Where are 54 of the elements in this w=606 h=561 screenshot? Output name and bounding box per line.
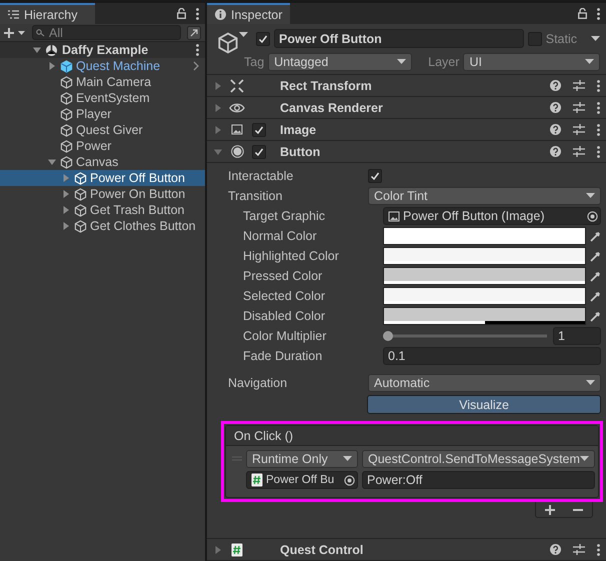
hierarchy-tab[interactable]: Hierarchy xyxy=(0,3,95,24)
property-label: Interactable xyxy=(228,169,294,183)
search-field[interactable]: All xyxy=(32,25,181,40)
hierarchy-item[interactable]: Power xyxy=(0,138,205,154)
argument-field[interactable]: Power:Off xyxy=(362,471,595,489)
static-label: Static xyxy=(546,32,577,46)
hierarchy-item[interactable]: Power Off Button xyxy=(0,170,205,186)
object-field[interactable]: Power Off Button (Image) xyxy=(383,207,601,225)
property-label: Disabled Color xyxy=(243,309,326,323)
layer-label: Layer xyxy=(428,55,460,69)
property-label: Highlighted Color xyxy=(243,249,340,263)
number-field[interactable]: 1 xyxy=(553,327,601,345)
property-label: Selected Color xyxy=(243,289,326,303)
component-title: Button xyxy=(280,144,322,158)
component-title: Canvas Renderer xyxy=(280,100,384,114)
property-label: Pressed Color xyxy=(243,269,324,283)
tag-label: Tag xyxy=(244,55,264,69)
function-dropdown[interactable]: QuestControl.SendToMessageSystem xyxy=(362,450,595,468)
hierarchy-item[interactable]: EventSystem xyxy=(0,90,205,106)
dropdown[interactable]: Color Tint xyxy=(368,187,601,205)
object-name-field[interactable]: Power Off Button xyxy=(274,29,524,48)
hierarchy-item[interactable]: Power On Button xyxy=(0,186,205,202)
component-header[interactable]: Rect Transform xyxy=(207,75,606,97)
scene-name: Daffy Example xyxy=(62,43,150,57)
component-header[interactable]: Quest Control xyxy=(207,539,606,561)
component-header[interactable]: Canvas Renderer xyxy=(207,97,606,119)
hierarchy-item[interactable]: Get Clothes Button xyxy=(0,218,205,234)
tag-dropdown[interactable]: Untagged xyxy=(268,53,412,71)
number-field[interactable]: 0.1 xyxy=(383,347,601,365)
event-title: On Click () xyxy=(226,426,598,446)
property-label: Navigation xyxy=(228,376,288,390)
layer-dropdown[interactable]: UI xyxy=(463,53,600,71)
object-field[interactable]: Power Off Bu xyxy=(246,471,358,489)
property-label: Target Graphic xyxy=(243,209,326,223)
property-label: Color Multiplier xyxy=(243,329,328,343)
inspector-tab[interactable]: Inspector xyxy=(207,3,290,24)
component-title: Image xyxy=(280,122,318,136)
hierarchy-item[interactable]: Main Camera xyxy=(0,74,205,90)
component-header[interactable]: Image xyxy=(207,119,606,141)
hierarchy-item[interactable]: Player xyxy=(0,106,205,122)
property-label: Transition xyxy=(228,189,284,203)
visualize-button[interactable]: Visualize xyxy=(367,395,601,414)
hierarchy-item[interactable]: Canvas xyxy=(0,154,205,170)
property-label: Normal Color xyxy=(243,229,318,243)
component-title: Quest Control xyxy=(280,542,364,556)
component-header[interactable]: Button xyxy=(207,141,606,163)
hierarchy-item[interactable]: Quest Machine xyxy=(0,58,205,74)
dropdown[interactable]: Automatic xyxy=(368,374,601,392)
property-label: Fade Duration xyxy=(243,349,324,363)
component-title: Rect Transform xyxy=(280,78,373,92)
hierarchy-item[interactable]: Quest Giver xyxy=(0,122,205,138)
runtime-dropdown[interactable]: Runtime Only xyxy=(246,450,358,468)
hierarchy-item[interactable]: Get Trash Button xyxy=(0,202,205,218)
scene-row[interactable]: Daffy Example xyxy=(0,42,205,58)
